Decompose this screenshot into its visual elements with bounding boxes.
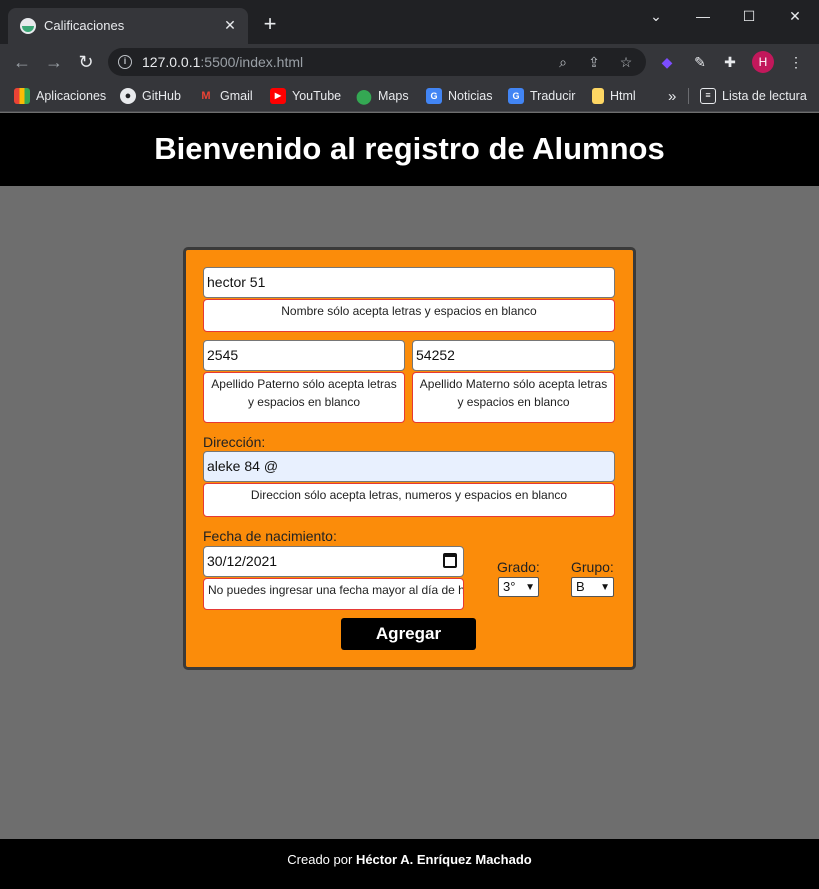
zoom-icon[interactable]: ⌕ xyxy=(554,53,572,71)
apps-grid-icon xyxy=(14,88,30,104)
tab-search-icon[interactable]: ⌄ xyxy=(633,4,679,28)
profile-avatar[interactable]: H xyxy=(752,51,774,73)
calendar-icon[interactable] xyxy=(443,553,457,568)
apellido-paterno-input[interactable]: 2545 xyxy=(203,340,405,371)
bookmarks-divider xyxy=(688,88,689,104)
direccion-input[interactable]: aleke 84 @ xyxy=(203,451,615,482)
extensions-puzzle-icon[interactable]: ✚ xyxy=(720,52,740,72)
chevron-down-icon: ▼ xyxy=(525,582,535,593)
site-favicon-icon xyxy=(20,18,36,34)
direccion-label: Dirección: xyxy=(203,434,266,450)
share-icon[interactable]: ⇪ xyxy=(585,53,603,71)
menu-kebab-icon[interactable]: ⋮ xyxy=(786,52,806,72)
nombre-error: Nombre sólo acepta letras y espacios en … xyxy=(203,299,615,332)
back-icon[interactable]: ← xyxy=(10,50,34,74)
reading-list-button[interactable]: ≡ Lista de lectura xyxy=(700,86,807,106)
bookmark-star-icon[interactable]: ☆ xyxy=(617,53,635,71)
folder-icon xyxy=(592,88,604,104)
chevron-down-icon: ▼ xyxy=(600,582,610,593)
page-footer: Creado por Héctor A. Enríquez Machado xyxy=(0,839,819,889)
bookmark-aplicaciones[interactable]: Aplicaciones xyxy=(14,86,106,106)
youtube-icon: ▶ xyxy=(270,88,286,104)
apellido-materno-error: Apellido Materno sólo acepta letras y es… xyxy=(412,372,615,423)
apellido-paterno-error: Apellido Paterno sólo acepta letras y es… xyxy=(203,372,405,423)
bookmarks-overflow-button[interactable]: » xyxy=(668,86,676,106)
footer-credit: Creado por Héctor A. Enríquez Machado xyxy=(287,852,532,867)
grado-select[interactable]: 3° ▼ xyxy=(498,577,539,597)
address-bar[interactable]: i 127.0.0.1:5500/index.html ⌕ ⇪ ☆ xyxy=(108,48,646,76)
bookmark-youtube[interactable]: ▶ YouTube xyxy=(270,86,341,106)
extension-cube-icon[interactable]: ◆ xyxy=(657,52,677,72)
tab-title: Calificaciones xyxy=(44,18,125,33)
fecha-value: 30/12/2021 xyxy=(207,553,278,569)
page-title: Bienvenido al registro de Alumnos xyxy=(154,131,665,166)
apellido-materno-input[interactable]: 54252 xyxy=(412,340,615,371)
browser-tab[interactable]: Calificaciones ✕ xyxy=(8,8,248,44)
grupo-select[interactable]: B ▼ xyxy=(571,577,614,597)
grupo-value: B xyxy=(576,579,585,594)
fecha-input[interactable]: 30/12/2021 xyxy=(203,546,464,577)
new-tab-button[interactable]: + xyxy=(258,13,282,37)
url-text[interactable]: 127.0.0.1:5500/index.html xyxy=(142,54,303,70)
nombre-input[interactable]: hector 51 xyxy=(203,267,615,298)
grupo-label: Grupo: xyxy=(571,559,614,575)
grado-label: Grado: xyxy=(497,559,540,575)
close-window-button[interactable]: ✕ xyxy=(772,4,818,28)
bookmark-github[interactable]: ● GitHub xyxy=(120,86,181,106)
maps-icon: ⬤ xyxy=(356,88,372,104)
reload-icon[interactable]: ↻ xyxy=(74,50,98,74)
bookmark-folder-html[interactable]: Html xyxy=(592,86,636,106)
maximize-button[interactable]: ☐ xyxy=(726,4,772,28)
bookmarks-bar: Aplicaciones ● GitHub M Gmail ▶ YouTube … xyxy=(0,80,819,112)
footer-author: Héctor A. Enríquez Machado xyxy=(355,852,532,867)
reading-list-icon: ≡ xyxy=(700,88,716,104)
forward-icon[interactable]: → xyxy=(42,50,66,74)
browser-toolbar: ← → ↻ i 127.0.0.1:5500/index.html ⌕ ⇪ ☆ … xyxy=(0,44,819,80)
browser-tabstrip: Calificaciones ✕ + ⌄ — ☐ ✕ xyxy=(0,0,819,44)
bookmark-maps[interactable]: ⬤ Maps xyxy=(356,86,408,106)
news-icon: G xyxy=(426,88,442,104)
close-tab-icon[interactable]: ✕ xyxy=(220,15,240,35)
agregar-button[interactable]: Agregar xyxy=(341,618,476,650)
bookmark-gmail[interactable]: M Gmail xyxy=(198,86,252,106)
grado-value: 3° xyxy=(503,579,516,594)
extension-pen-icon[interactable]: ✎ xyxy=(690,52,710,72)
fecha-error: No puedes ingresar una fecha mayor al dí… xyxy=(203,578,464,610)
registration-form: hector 51 Nombre sólo acepta letras y es… xyxy=(183,247,636,670)
fecha-label: Fecha de nacimiento: xyxy=(203,528,337,544)
github-icon: ● xyxy=(120,88,136,104)
bookmark-noticias[interactable]: G Noticias xyxy=(426,86,492,106)
bookmark-traducir[interactable]: G Traducir xyxy=(508,86,575,106)
translate-icon: G xyxy=(508,88,524,104)
direccion-error: Direccion sólo acepta letras, numeros y … xyxy=(203,483,615,517)
minimize-button[interactable]: — xyxy=(680,4,726,28)
site-info-icon[interactable]: i xyxy=(118,55,132,69)
page-header: Bienvenido al registro de Alumnos xyxy=(0,113,819,186)
gmail-icon: M xyxy=(201,90,211,102)
